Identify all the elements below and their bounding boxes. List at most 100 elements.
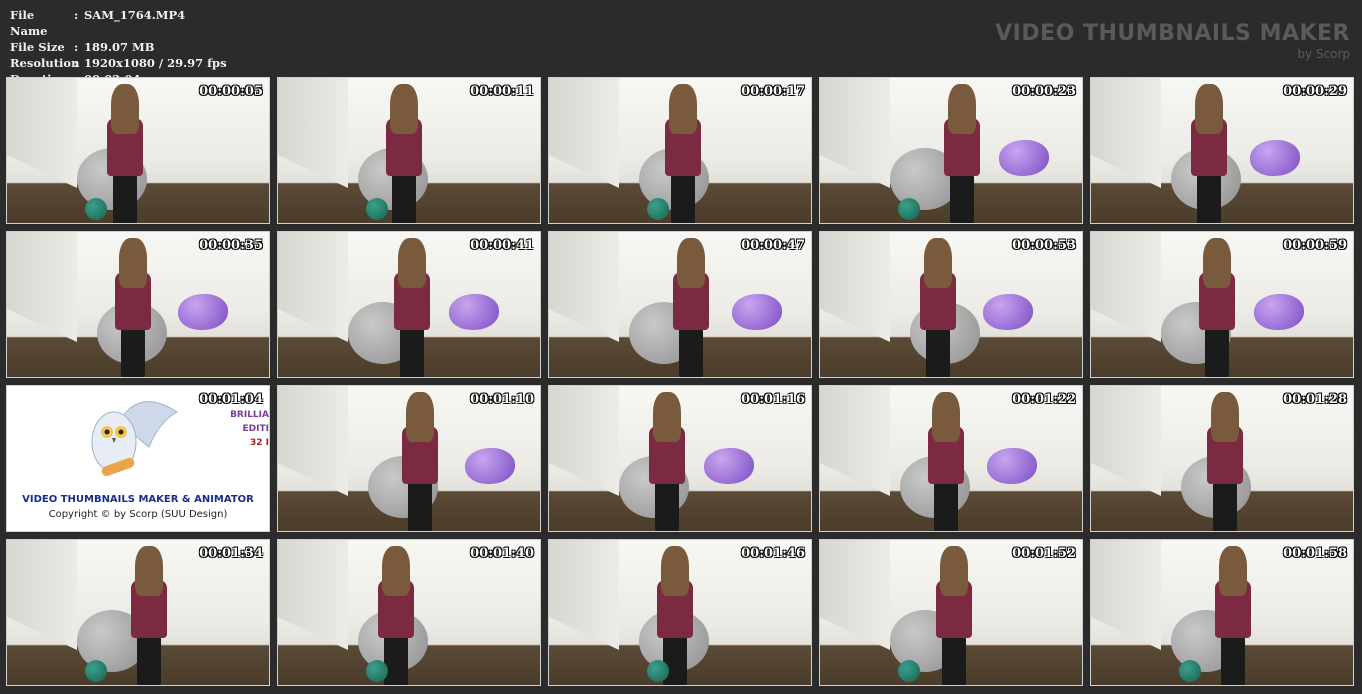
person-legs [950, 173, 974, 223]
file-name-row: File Name : SAM_1764.MP4 [10, 8, 186, 38]
timestamp-label: 00:00:17 [741, 84, 805, 99]
thumbnail-frame[interactable]: 00:01:58 [1090, 539, 1354, 686]
file-size-label: File Size [10, 40, 65, 54]
thumbnail-frame[interactable]: 00:00:17 [548, 77, 812, 224]
timestamp-label: 00:00:59 [1283, 238, 1347, 253]
file-name-label: File Name [10, 8, 48, 38]
thumbnail-grid: 00:00:05 00:00:11 00:00:17 00:00:23 00:00:29… [6, 77, 1358, 689]
thumbnail-frame[interactable]: 00:01:52 [819, 539, 1083, 686]
person-legs [934, 481, 958, 531]
person-head [940, 546, 968, 596]
thumbnail-frame[interactable]: 00:01:28 [1090, 385, 1354, 532]
thumbnail-frame[interactable]: 00:00:23 [819, 77, 1083, 224]
person-head [661, 546, 689, 596]
thumbnail-frame[interactable]: 00:01:22 [819, 385, 1083, 532]
balloon [1254, 294, 1304, 330]
room-wall [278, 540, 348, 650]
balloon [898, 660, 920, 682]
balloon [732, 294, 782, 330]
thumbnail-frame[interactable]: 00:01:16 [548, 385, 812, 532]
person-head [135, 546, 163, 596]
info-header: File Name : SAM_1764.MP4 File Size : 189… [0, 0, 1362, 86]
room-wall [820, 78, 890, 188]
thumbnail-frame[interactable]: 00:01:34 [6, 539, 270, 686]
person-head [669, 84, 697, 134]
file-name-value: SAM_1764.MP4 [84, 8, 186, 22]
person-head [1219, 546, 1247, 596]
thumbnail-frame[interactable]: 00:00:11 [277, 77, 541, 224]
balloon [465, 448, 515, 484]
room-wall [820, 540, 890, 650]
timestamp-label: 00:01:28 [1283, 392, 1347, 407]
person-legs [655, 481, 679, 531]
person-head [390, 84, 418, 134]
person-head [932, 392, 960, 442]
person-legs [384, 635, 408, 685]
timestamp-label: 00:01:16 [741, 392, 805, 407]
timestamp-label: 00:00:53 [1012, 238, 1076, 253]
person-legs [1205, 327, 1229, 377]
person-legs [1213, 481, 1237, 531]
person-legs [113, 173, 137, 223]
timestamp-label: 00:00:05 [199, 84, 263, 99]
timestamp-label: 00:00:41 [470, 238, 534, 253]
balloon [1179, 660, 1201, 682]
brand-watermark: VIDEO THUMBNAILS MAKER by Scorp [995, 20, 1350, 61]
person-head [382, 546, 410, 596]
resolution-value: 1920x1080 / 29.97 fps [84, 56, 227, 70]
thumbnail-frame[interactable]: 00:01:10 [277, 385, 541, 532]
thumbnail-frame[interactable]: 00:00:41 [277, 231, 541, 378]
room-wall [820, 386, 890, 496]
thumbnail-frame[interactable]: 00:00:59 [1090, 231, 1354, 378]
person-legs [408, 481, 432, 531]
person-head [398, 238, 426, 288]
thumbnail-frame[interactable]: 00:00:05 [6, 77, 270, 224]
person-head [653, 392, 681, 442]
person-legs [392, 173, 416, 223]
person-legs [679, 327, 703, 377]
thumbnail-frame[interactable]: 00:00:35 [6, 231, 270, 378]
owl-logo-icon [91, 401, 178, 477]
room-wall [7, 232, 77, 342]
person-legs [137, 635, 161, 685]
room-wall [1091, 78, 1161, 188]
thumbnail-frame[interactable]: 00:00:47 [548, 231, 812, 378]
thumbnail-frame[interactable]: 00:00:53 [819, 231, 1083, 378]
room-wall [7, 540, 77, 650]
balloon [1250, 140, 1300, 176]
room-wall [820, 232, 890, 342]
room-wall [549, 78, 619, 188]
person-head [1195, 84, 1223, 134]
ad-side-line: BRILLIA [230, 410, 269, 420]
timestamp-label: 00:00:29 [1283, 84, 1347, 99]
balloon [647, 198, 669, 220]
room-wall [7, 78, 77, 188]
person-legs [671, 173, 695, 223]
person-legs [1197, 173, 1221, 223]
thumbnail-frame[interactable]: 00:01:46 [548, 539, 812, 686]
person-legs [400, 327, 424, 377]
thumbnail-frame[interactable]: 00:01:40 [277, 539, 541, 686]
thumbnail-frame[interactable]: BRILLIA EDITI 32 I VIDEO THUMBNAILS MAKER &… [6, 385, 270, 532]
timestamp-label: 00:01:58 [1283, 546, 1347, 561]
room-wall [1091, 232, 1161, 342]
timestamp-label: 00:01:52 [1012, 546, 1076, 561]
ad-side-text: BRILLIA EDITI 32 I [230, 408, 269, 450]
balloon [85, 198, 107, 220]
person-legs [1221, 635, 1245, 685]
person-head [406, 392, 434, 442]
person-head [1203, 238, 1231, 288]
brand-title: VIDEO THUMBNAILS MAKER [995, 21, 1350, 46]
ad-side-line: EDITI [242, 424, 269, 434]
room-wall [549, 540, 619, 650]
person-legs [663, 635, 687, 685]
ad-side-line: 32 I [249, 438, 269, 448]
balloon [85, 660, 107, 682]
balloon [449, 294, 499, 330]
timestamp-label: 00:01:40 [470, 546, 534, 561]
balloon [987, 448, 1037, 484]
balloon [178, 294, 228, 330]
thumbnail-frame[interactable]: 00:00:29 [1090, 77, 1354, 224]
person-head [924, 238, 952, 288]
balloon [999, 140, 1049, 176]
